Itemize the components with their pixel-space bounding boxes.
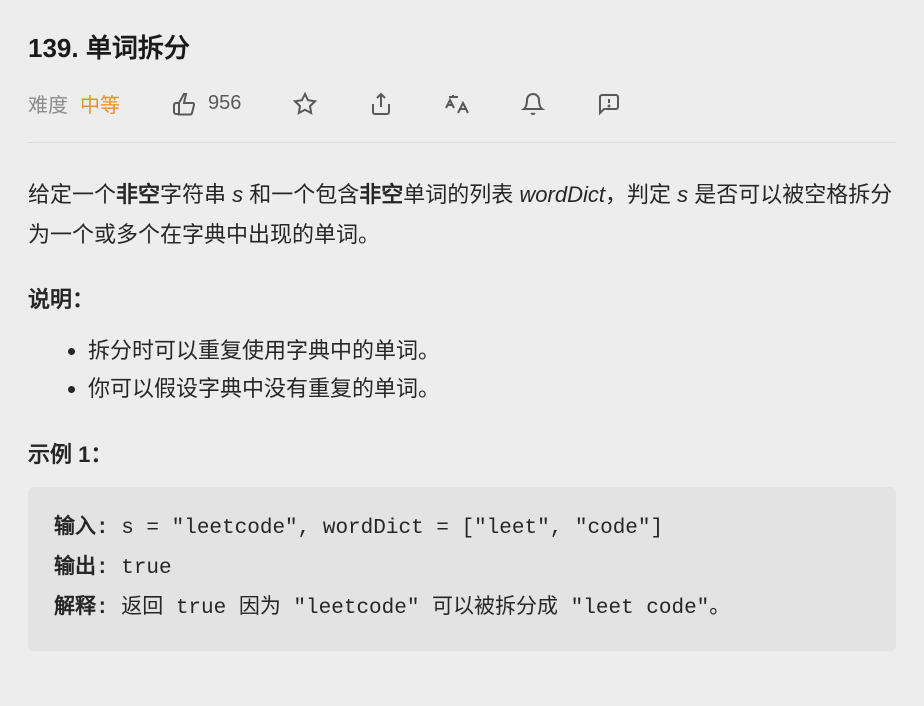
output-value: true bbox=[121, 557, 171, 580]
feedback-icon bbox=[597, 92, 621, 116]
input-label: 输入: bbox=[54, 517, 121, 540]
note-item: 拆分时可以重复使用字典中的单词。 bbox=[88, 332, 896, 369]
translate-icon bbox=[445, 92, 469, 116]
explain-label: 解释: bbox=[54, 597, 121, 620]
difficulty-value: 中等 bbox=[80, 89, 120, 118]
share-button[interactable] bbox=[369, 92, 393, 116]
input-value: s = "leetcode", wordDict = ["leet", "cod… bbox=[121, 517, 663, 540]
problem-description: 给定一个非空字符串 s 和一个包含非空单词的列表 wordDict，判定 s 是… bbox=[28, 175, 896, 254]
notification-button[interactable] bbox=[521, 92, 545, 116]
feedback-button[interactable] bbox=[597, 92, 621, 116]
share-icon bbox=[369, 92, 393, 116]
explain-value: 返回 true 因为 "leetcode" 可以被拆分成 "leet code"… bbox=[121, 597, 730, 620]
star-icon bbox=[293, 92, 317, 116]
example-code-block: 输入: s = "leetcode", wordDict = ["leet", … bbox=[28, 487, 896, 651]
notes-heading: 说明： bbox=[28, 282, 896, 314]
output-label: 输出: bbox=[54, 557, 121, 580]
like-count: 956 bbox=[208, 92, 241, 115]
meta-row: 难度 中等 956 bbox=[28, 89, 896, 143]
favorite-button[interactable] bbox=[293, 92, 317, 116]
thumbs-up-icon bbox=[172, 92, 196, 116]
difficulty-label: 难度 bbox=[28, 89, 68, 118]
difficulty: 难度 中等 bbox=[28, 89, 120, 118]
notes-list: 拆分时可以重复使用字典中的单词。 你可以假设字典中没有重复的单词。 bbox=[28, 332, 896, 407]
problem-name: 单词拆分 bbox=[86, 33, 190, 63]
problem-title: 139. 单词拆分 bbox=[28, 28, 896, 65]
translate-button[interactable] bbox=[445, 92, 469, 116]
note-item: 你可以假设字典中没有重复的单词。 bbox=[88, 370, 896, 407]
bell-icon bbox=[521, 92, 545, 116]
like-button[interactable]: 956 bbox=[172, 92, 241, 116]
problem-number: 139. bbox=[28, 33, 79, 63]
example-heading: 示例 1： bbox=[28, 437, 896, 469]
